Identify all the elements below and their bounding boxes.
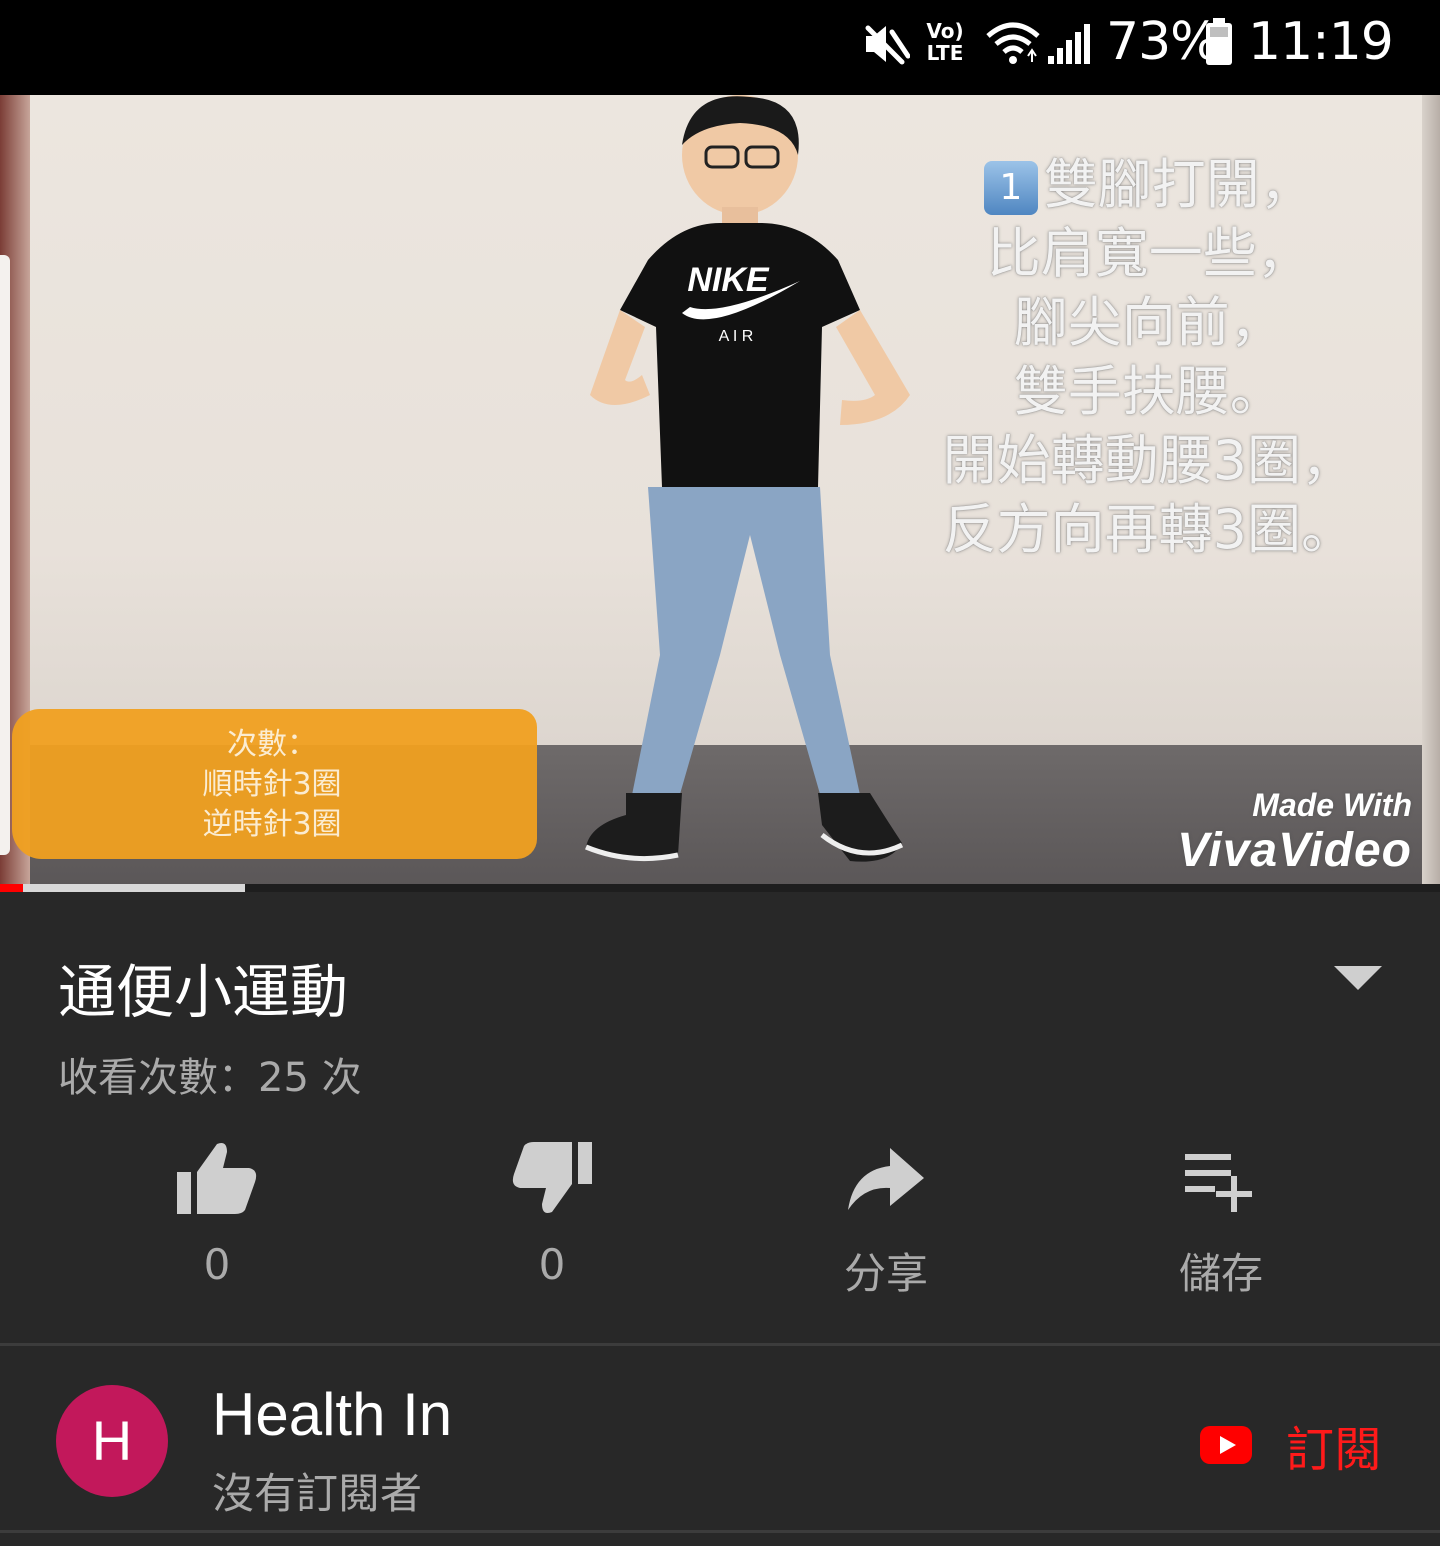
instruction-number-badge: 1 (983, 161, 1038, 216)
thumbs-up-icon (177, 1143, 257, 1214)
video-left-highlight (0, 255, 10, 855)
save-label: 儲存 (1178, 1249, 1263, 1298)
signal-icon (1048, 24, 1090, 64)
channel-avatar[interactable]: H (56, 1385, 168, 1497)
volte-top-text: Vo) (926, 19, 964, 43)
view-count: 收看次數：25 次 (58, 1055, 362, 1101)
video-instruction-overlay: 1 雙腳打開， 比肩寬一些， 腳尖向前， 雙手扶腰。 開始轉動腰3圈， 反方向再轉… (943, 150, 1355, 564)
like-count: 0 (203, 1240, 231, 1289)
wifi-icon (986, 22, 1040, 64)
divider-bottom (0, 1530, 1440, 1533)
shirt-logo-text: NIKE (687, 261, 770, 299)
save-button[interactable]: 儲存 (1121, 1140, 1321, 1301)
subscriber-count: 沒有訂閱者 (212, 1469, 423, 1518)
status-bar: Vo) LTE 73% 11:19 (0, 0, 1440, 95)
youtube-logo-icon (1200, 1426, 1252, 1464)
chevron-down-icon[interactable] (1330, 960, 1386, 996)
video-progress-bar[interactable] (0, 884, 1440, 892)
like-button[interactable]: 0 (117, 1140, 317, 1289)
progress-buffered (0, 884, 245, 892)
clock: 11:19 (1248, 12, 1394, 72)
channel-name[interactable]: Health In (212, 1380, 452, 1449)
volte-icon: Vo) LTE (922, 20, 968, 64)
video-right-edge (1422, 95, 1440, 885)
mute-icon (865, 25, 910, 65)
video-person-figure: NIKE A I R (585, 95, 910, 862)
volte-bottom-text: LTE (926, 41, 964, 65)
shirt-sub-text: A I R (719, 328, 754, 345)
divider-top (0, 1343, 1440, 1346)
video-count-text: 次數： 順時針3圈 逆時針3圈 (202, 727, 342, 842)
video-title: 通便小運動 (58, 958, 349, 1026)
progress-played (0, 884, 24, 892)
video-watermark: Made With VivaVideo (1177, 785, 1412, 877)
watermark-line1: Made With (1252, 787, 1412, 823)
subscribe-label: 訂閱 (1286, 1422, 1383, 1478)
share-button[interactable]: 分享 (786, 1140, 986, 1301)
share-icon (848, 1148, 924, 1210)
add-to-playlist-icon (1185, 1154, 1252, 1212)
battery-icon (1206, 18, 1232, 65)
battery-percent: 73% (1106, 12, 1220, 72)
thumbs-down-icon (512, 1142, 592, 1213)
video-player[interactable]: NIKE A I R 1 雙腳打開， 比肩寬一些， 腳尖向前， 雙手扶腰。 開始轉… (0, 95, 1440, 885)
share-label: 分享 (843, 1249, 928, 1298)
subscribe-button[interactable]: 訂閱 (1200, 1410, 1382, 1480)
watermark-line2: VivaVideo (1177, 824, 1412, 877)
dislike-count: 0 (538, 1240, 566, 1289)
dislike-button[interactable]: 0 (452, 1140, 652, 1289)
